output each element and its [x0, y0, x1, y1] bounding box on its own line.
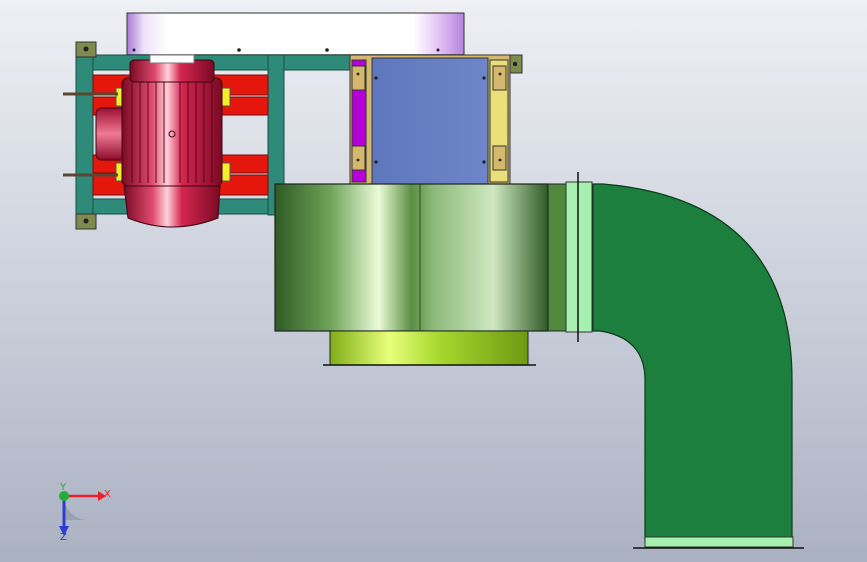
cad-viewport[interactable]: X Y Z [0, 0, 867, 562]
axis-y-label: Y [59, 482, 67, 493]
blower-inlet-ring[interactable] [323, 330, 536, 366]
duct-elbow[interactable] [565, 172, 804, 549]
transition-duct[interactable] [349, 54, 511, 186]
axis-z-label: Z [60, 532, 67, 543]
guard-cover[interactable] [126, 12, 465, 56]
orientation-triad[interactable]: X Y Z [59, 482, 111, 543]
axis-x-label: X [104, 489, 111, 500]
blower-housing[interactable] [274, 183, 567, 332]
model-canvas[interactable]: X Y Z [0, 0, 867, 562]
